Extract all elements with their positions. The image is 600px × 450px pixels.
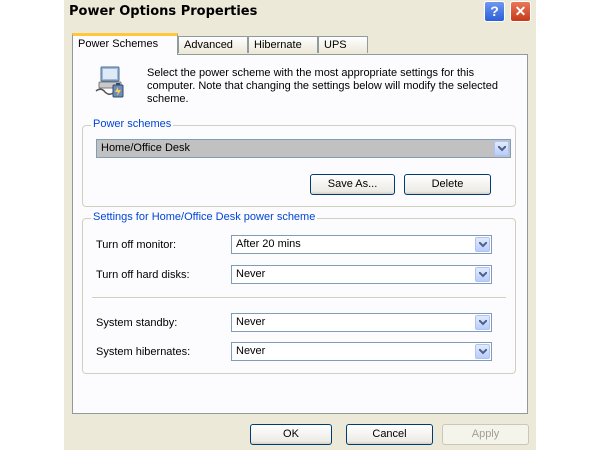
system-standby-select[interactable]: Never xyxy=(231,313,492,332)
power-schemes-panel: Select the power scheme with the most ap… xyxy=(72,54,528,414)
power-scheme-value: Home/Office Desk xyxy=(101,142,191,154)
tab-hibernate[interactable]: Hibernate xyxy=(248,36,318,53)
tab-ups[interactable]: UPS xyxy=(318,36,368,53)
tab-advanced[interactable]: Advanced xyxy=(178,36,248,53)
apply-button[interactable]: Apply xyxy=(442,424,529,445)
save-as-button[interactable]: Save As... xyxy=(310,174,395,195)
system-hibernates-value: Never xyxy=(236,345,266,357)
chevron-down-icon[interactable] xyxy=(475,315,490,330)
power-schemes-group: Power schemes Home/Office Desk Save As..… xyxy=(82,118,516,207)
window-title: Power Options Properties xyxy=(69,4,258,19)
turn-off-monitor-label: Turn off monitor: xyxy=(96,239,177,251)
system-hibernates-select[interactable]: Never xyxy=(231,342,492,361)
settings-separator xyxy=(92,297,506,299)
close-button[interactable]: ✕ xyxy=(510,1,531,22)
cancel-button[interactable]: Cancel xyxy=(346,424,433,445)
system-hibernates-label: System hibernates: xyxy=(96,346,191,358)
ok-button[interactable]: OK xyxy=(250,424,332,445)
tab-power-schemes[interactable]: Power Schemes xyxy=(72,33,178,55)
power-options-window: Power Options Properties ? ✕ Power Schem… xyxy=(64,0,536,450)
delete-button[interactable]: Delete xyxy=(404,174,491,195)
chevron-down-icon[interactable] xyxy=(475,237,490,252)
power-scheme-select[interactable]: Home/Office Desk xyxy=(96,139,511,158)
turn-off-hard-disks-value: Never xyxy=(236,268,266,280)
system-standby-label: System standby: xyxy=(96,317,178,329)
settings-group-label: Settings for Home/Office Desk power sche… xyxy=(91,211,318,223)
chevron-down-icon[interactable] xyxy=(475,344,490,359)
title-bar[interactable]: Power Options Properties ? ✕ xyxy=(64,0,536,24)
settings-group: Settings for Home/Office Desk power sche… xyxy=(82,211,516,374)
power-schemes-group-label: Power schemes xyxy=(91,118,174,130)
turn-off-hard-disks-label: Turn off hard disks: xyxy=(96,269,190,281)
help-button[interactable]: ? xyxy=(484,1,505,22)
computer-with-battery-icon xyxy=(95,66,124,98)
chevron-down-icon[interactable] xyxy=(475,267,490,282)
turn-off-monitor-select[interactable]: After 20 mins xyxy=(231,235,492,254)
chevron-down-icon[interactable] xyxy=(494,141,509,156)
turn-off-monitor-value: After 20 mins xyxy=(236,238,301,250)
turn-off-hard-disks-select[interactable]: Never xyxy=(231,265,492,284)
system-standby-value: Never xyxy=(236,316,266,328)
description-text: Select the power scheme with the most ap… xyxy=(147,67,498,105)
